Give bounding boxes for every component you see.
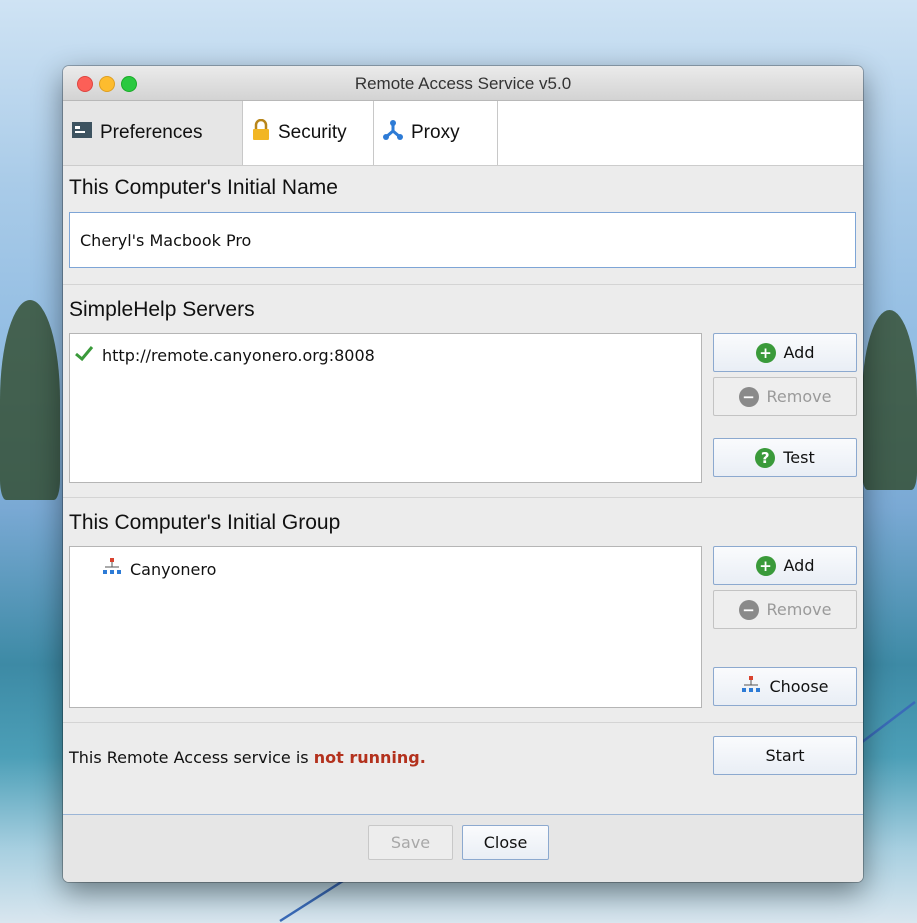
divider: [63, 284, 863, 285]
group-list[interactable]: Canyonero: [69, 546, 702, 708]
computer-name-input[interactable]: Cheryl's Macbook Pro: [69, 212, 856, 268]
divider: [63, 722, 863, 723]
proxy-icon: [382, 119, 404, 147]
plus-icon: +: [755, 342, 776, 363]
button-label: Close: [483, 833, 528, 852]
title-bar: Remote Access Service v5.0: [63, 66, 863, 101]
close-button[interactable]: Close: [462, 825, 549, 860]
button-label: Remove: [766, 387, 832, 406]
button-label: Add: [783, 556, 815, 575]
button-label: Remove: [766, 600, 832, 619]
server-url: http://remote.canyonero.org:8008: [102, 345, 375, 365]
start-service-button[interactable]: Start: [713, 736, 857, 775]
group-tree-icon: [102, 557, 122, 581]
footer-bar: Save Close: [63, 814, 863, 882]
status-badge: not running.: [313, 748, 426, 767]
plus-icon: +: [755, 555, 776, 576]
status-text: This Remote Access service is: [69, 748, 309, 767]
button-label: Start: [765, 746, 805, 765]
tab-label: Security: [278, 122, 347, 143]
group-tree-icon: [741, 675, 761, 699]
choose-group-button[interactable]: Choose: [713, 667, 857, 706]
save-button[interactable]: Save: [368, 825, 453, 860]
group-heading: This Computer's Initial Group: [69, 511, 341, 534]
test-server-button[interactable]: ? Test: [713, 438, 857, 477]
add-server-button[interactable]: + Add: [713, 333, 857, 372]
background-palm-left: [0, 300, 60, 500]
remove-server-button[interactable]: − Remove: [713, 377, 857, 416]
window-title: Remote Access Service v5.0: [354, 74, 572, 93]
tab-security[interactable]: Security: [243, 101, 374, 165]
tab-preferences[interactable]: Preferences: [63, 101, 243, 165]
minus-icon: −: [738, 599, 759, 620]
button-label: Choose: [769, 677, 829, 696]
list-item[interactable]: http://remote.canyonero.org:8008: [74, 344, 375, 366]
initial-name-heading: This Computer's Initial Name: [69, 176, 338, 199]
service-status: This Remote Access service is not runnin…: [69, 748, 426, 767]
lock-icon: [251, 118, 271, 147]
servers-heading: SimpleHelp Servers: [69, 298, 255, 321]
group-name: Canyonero: [130, 559, 217, 579]
help-icon: ?: [755, 447, 776, 468]
divider: [63, 497, 863, 498]
remove-group-button[interactable]: − Remove: [713, 590, 857, 629]
button-label: Save: [390, 833, 431, 852]
list-item[interactable]: Canyonero: [102, 557, 216, 581]
tab-label: Preferences: [100, 122, 203, 143]
minus-icon: −: [738, 386, 759, 407]
add-group-button[interactable]: + Add: [713, 546, 857, 585]
preferences-icon: [71, 120, 93, 146]
tab-label: Proxy: [411, 122, 460, 143]
tab-bar: Preferences Security Proxy: [63, 101, 863, 166]
checkmark-icon: [74, 344, 94, 366]
servers-list[interactable]: http://remote.canyonero.org:8008: [69, 333, 702, 483]
tab-proxy[interactable]: Proxy: [374, 101, 498, 165]
button-label: Test: [783, 448, 815, 467]
background-palm-right: [862, 310, 917, 490]
app-window: Remote Access Service v5.0 Preferences S…: [63, 66, 863, 882]
button-label: Add: [783, 343, 815, 362]
